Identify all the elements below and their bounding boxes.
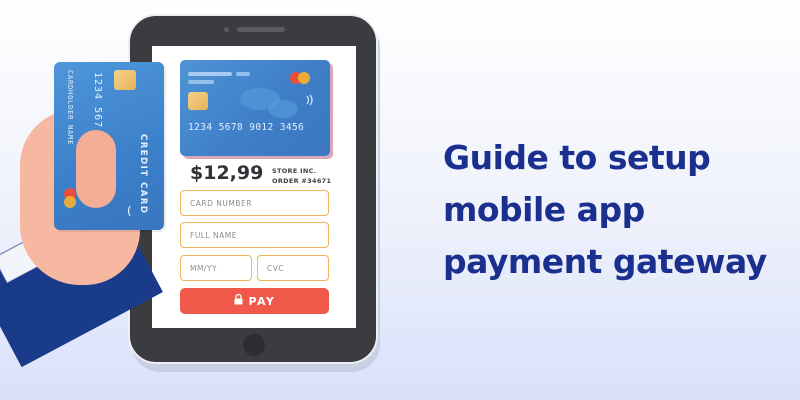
pay-button[interactable]: PAY — [180, 288, 329, 314]
cardholder-name: CARDHOLDER NAME — [66, 70, 74, 146]
full-name-placeholder: FULL NAME — [190, 230, 237, 240]
card-stripe — [188, 72, 232, 76]
contactless-icon — [120, 202, 134, 221]
home-button[interactable] — [243, 334, 265, 356]
lock-icon — [234, 293, 243, 308]
card-stripe — [188, 80, 214, 84]
contactless-icon — [304, 94, 316, 109]
expiry-placeholder: MM/YY — [190, 263, 218, 273]
headline-line-3: payment gateway — [443, 242, 767, 281]
screen-credit-card: 1234 5678 9012 3456 — [180, 60, 330, 156]
card-map-pattern — [268, 100, 298, 118]
card-stripe — [236, 72, 250, 76]
order-number: ORDER #34671 — [272, 177, 332, 185]
pay-label: PAY — [248, 294, 276, 308]
card-number-field[interactable]: CARD NUMBER — [180, 190, 329, 216]
full-name-field[interactable]: FULL NAME — [180, 222, 329, 248]
headline-line-1: Guide to setup — [443, 138, 711, 177]
expiry-field[interactable]: MM/YY — [180, 255, 252, 281]
cvc-field[interactable]: CVC — [257, 255, 329, 281]
card-chip-icon — [114, 70, 136, 90]
tablet-camera — [224, 27, 229, 32]
price: $12,99 — [190, 162, 264, 184]
thumb — [76, 130, 116, 208]
held-card-number: 1234 567 — [92, 72, 103, 129]
headline-line-2: mobile app — [443, 190, 645, 229]
cvc-placeholder: CVC — [267, 263, 285, 273]
mastercard-logo-icon — [64, 196, 76, 208]
card-chip-icon — [188, 92, 208, 110]
tablet-speaker — [237, 27, 285, 32]
headline: Guide to setup mobile app payment gatewa… — [443, 132, 783, 288]
card-number: 1234 5678 9012 3456 — [188, 122, 305, 133]
store-info: STORE INC. ORDER #34671 — [272, 166, 331, 186]
card-number-placeholder: CARD NUMBER — [190, 198, 252, 208]
mastercard-logo-icon — [298, 72, 310, 84]
store-name: STORE INC. — [272, 167, 317, 175]
card-type-label: CREDIT CARD — [138, 134, 148, 215]
